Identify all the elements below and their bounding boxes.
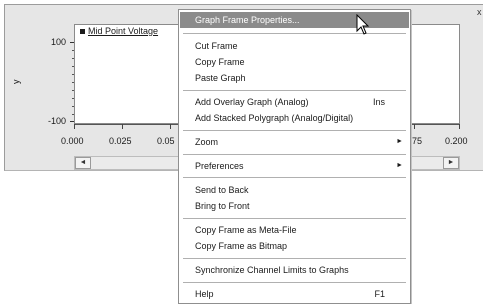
menu-item-add-stacked-polygraph[interactable]: Add Stacked Polygraph (Analog/Digital) (180, 110, 409, 126)
menu-item-label: Preferences (195, 161, 244, 171)
menu-item-help[interactable]: Help F1 (180, 286, 409, 302)
menu-item-paste-graph[interactable]: Paste Graph (180, 70, 409, 86)
x-tick-label: 0.05 (157, 136, 175, 146)
y-tick-label: 100 (50, 37, 66, 47)
y-minor-tick (72, 50, 74, 51)
menu-item-send-to-back[interactable]: Send to Back (180, 182, 409, 198)
menu-separator (183, 218, 406, 219)
context-menu: Graph Frame Properties... Cut Frame Copy… (178, 9, 411, 304)
x-tick-mark (74, 124, 75, 129)
menu-item-copy-frame[interactable]: Copy Frame (180, 54, 409, 70)
y-minor-tick (72, 66, 74, 67)
menu-item-label: Bring to Front (195, 201, 250, 211)
menu-item-label: Paste Graph (195, 73, 246, 83)
scroll-left-button[interactable]: ◄ (75, 157, 91, 169)
y-minor-tick (72, 90, 74, 91)
menu-item-label: Graph Frame Properties... (195, 15, 300, 25)
x-tick-label: 75 (412, 136, 423, 146)
menu-item-label: Add Stacked Polygraph (Analog/Digital) (195, 113, 354, 123)
x-tick-label: 0.200 (445, 136, 468, 146)
y-minor-tick (72, 106, 74, 107)
menu-item-label: Zoom (195, 137, 219, 147)
close-icon[interactable]: x (477, 7, 482, 17)
menu-separator (183, 33, 406, 34)
legend: Mid Point Voltage (80, 26, 158, 36)
menu-item-add-overlay-graph[interactable]: Add Overlay Graph (Analog) Ins (180, 94, 409, 110)
menu-separator (183, 258, 406, 259)
menu-item-copy-frame-meta-file[interactable]: Copy Frame as Meta-File (180, 222, 409, 238)
legend-swatch (80, 28, 85, 34)
menu-item-bring-to-front[interactable]: Bring to Front (180, 198, 409, 214)
menu-shortcut: F1 (374, 289, 385, 299)
x-tick-label: 0.000 (61, 136, 84, 146)
menu-item-synchronize-channel-limits[interactable]: Synchronize Channel Limits to Graphs (180, 262, 409, 278)
x-tick-mark (459, 124, 460, 129)
menu-separator (183, 177, 406, 178)
menu-item-copy-frame-bitmap[interactable]: Copy Frame as Bitmap (180, 238, 409, 254)
x-tick-label: 0.025 (109, 136, 132, 146)
menu-item-label: Copy Frame as Meta-File (195, 225, 297, 235)
x-tick-mark (414, 124, 415, 129)
mouse-pointer-icon (356, 14, 370, 35)
x-tick-mark (170, 124, 171, 129)
menu-item-label: Copy Frame (195, 57, 245, 67)
menu-item-zoom[interactable]: Zoom ► (180, 134, 409, 150)
y-minor-tick (72, 74, 74, 75)
y-minor-tick (72, 98, 74, 99)
menu-item-label: Send to Back (195, 185, 249, 195)
menu-item-label: Synchronize Channel Limits to Graphs (195, 265, 349, 275)
y-tick-mark (70, 121, 74, 122)
menu-shortcut: Ins (372, 97, 385, 107)
menu-item-label: Cut Frame (195, 41, 238, 51)
menu-separator (183, 90, 406, 91)
scroll-right-button[interactable]: ► (443, 157, 459, 169)
legend-label[interactable]: Mid Point Voltage (88, 26, 158, 36)
x-tick-mark (122, 124, 123, 129)
menu-separator (183, 154, 406, 155)
y-tick-mark (70, 42, 74, 43)
menu-item-label: Help (195, 289, 214, 299)
y-tick-label: -100 (47, 116, 66, 126)
menu-separator (183, 282, 406, 283)
y-axis-label: y (11, 79, 21, 85)
menu-item-label: Copy Frame as Bitmap (195, 241, 288, 251)
menu-separator (183, 130, 406, 131)
menu-item-preferences[interactable]: Preferences ► (180, 158, 409, 174)
submenu-arrow-icon: ► (396, 138, 403, 145)
y-minor-tick (72, 58, 74, 59)
menu-item-label: Add Overlay Graph (Analog) (195, 97, 309, 107)
menu-item-graph-frame-properties[interactable]: Graph Frame Properties... (180, 12, 409, 28)
menu-item-cut-frame[interactable]: Cut Frame (180, 38, 409, 54)
y-minor-tick (72, 82, 74, 83)
y-minor-tick (72, 114, 74, 115)
submenu-arrow-icon: ► (396, 162, 403, 169)
